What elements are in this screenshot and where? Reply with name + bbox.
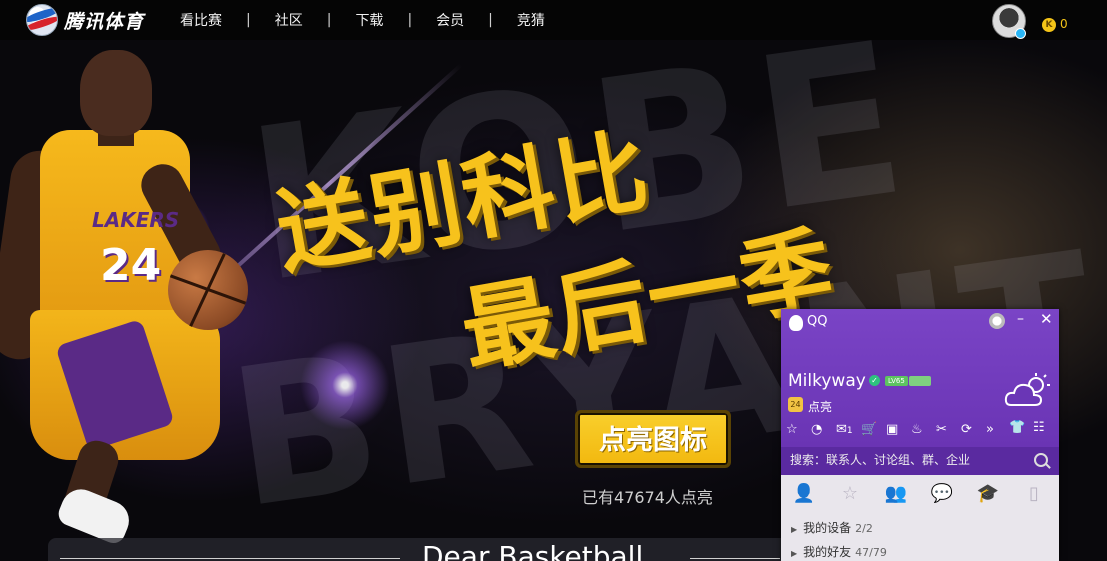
qq-penguin-icon <box>789 315 803 331</box>
top-nav-bar: 腾讯体育 看比赛 | 社区 | 下载 | 会员 | 竞猜 K 0 <box>0 0 1107 40</box>
tab-favorites[interactable]: ☆ <box>827 475 873 511</box>
close-button[interactable]: ✕ <box>1040 310 1053 328</box>
favorites-icon[interactable]: ☆ <box>786 422 811 437</box>
mail-count: 1 <box>846 425 853 436</box>
minimize-button[interactable]: – <box>1017 311 1024 327</box>
weather-cloud-icon[interactable] <box>1003 371 1051 411</box>
qq-contact-area: 👤 ☆ 👥 💬 🎓 ▯ ▶ 我的设备 2/2 ▶ 我的好友 47/79 <box>781 475 1059 561</box>
search-icon[interactable] <box>1034 453 1048 467</box>
nav-separator: | <box>326 12 332 28</box>
player-image: LAKERS 24 <box>0 40 260 561</box>
lens-flare <box>300 340 390 430</box>
tab-groups[interactable]: 👥 <box>873 475 919 511</box>
pet-icon[interactable]: ♨ <box>911 422 936 437</box>
group-my-devices[interactable]: ▶ 我的设备 2/2 <box>791 519 873 536</box>
more-icon[interactable]: » <box>986 422 1011 437</box>
jersey-number: 24 <box>100 240 162 291</box>
qq-tabs: 👤 ☆ 👥 💬 🎓 ▯ <box>781 475 1059 511</box>
qq-profile-header: QQ – ✕ Milkyway ✓ LV65 24 点亮 ☆ ◔ ✉1 🛒 ▣ … <box>781 309 1059 447</box>
nav-membership[interactable]: 会员 <box>436 10 464 30</box>
group-my-friends[interactable]: ▶ 我的好友 47/79 <box>791 543 887 560</box>
coin-icon: K <box>1042 18 1056 32</box>
nav-quiz[interactable]: 竞猜 <box>517 10 545 30</box>
expand-arrow-icon: ▶ <box>791 549 798 558</box>
qq-signature[interactable]: 点亮 <box>808 398 832 415</box>
skin-icon[interactable] <box>989 313 1005 329</box>
logo-text: 腾讯体育 <box>64 10 145 33</box>
nav-separator: | <box>488 12 493 28</box>
tools-icon[interactable]: ✂ <box>936 422 961 437</box>
verified-icon: ✓ <box>869 375 880 386</box>
qq-nickname[interactable]: Milkyway <box>788 371 866 391</box>
skin-shirt-icon[interactable]: 👕 <box>1009 420 1025 435</box>
tab-mobile[interactable]: ▯ <box>1011 475 1057 511</box>
main-nav: 看比赛 | 社区 | 下载 | 会员 | 竞猜 <box>180 0 545 40</box>
qq-search-input[interactable] <box>790 453 1020 467</box>
tab-education[interactable]: 🎓 <box>965 475 1011 511</box>
shop-icon[interactable]: 🛒 <box>861 422 886 437</box>
qzone-icon[interactable]: ◔ <box>811 422 836 437</box>
jersey-team-text: LAKERS <box>92 208 180 232</box>
divider <box>60 558 400 559</box>
kobe-badge-icon[interactable]: 24 <box>788 397 803 412</box>
qq-client-panel: QQ – ✕ Milkyway ✓ LV65 24 点亮 ☆ ◔ ✉1 🛒 ▣ … <box>781 309 1059 561</box>
qq-search-bar <box>781 447 1059 475</box>
nav-separator: | <box>246 12 251 28</box>
wallet-icon[interactable]: ▣ <box>886 422 911 437</box>
online-status-icon <box>1015 28 1026 39</box>
coin-count[interactable]: 0 <box>1060 17 1068 31</box>
tab-contacts[interactable]: 👤 <box>781 475 827 511</box>
basketball-icon <box>168 250 248 330</box>
mail-icon[interactable]: ✉1 <box>836 422 861 437</box>
divider <box>690 558 780 559</box>
qq-window-title: QQ <box>807 314 828 329</box>
nav-download[interactable]: 下载 <box>355 10 383 30</box>
user-avatar[interactable] <box>992 4 1026 39</box>
letter-title: Dear Basketball <box>422 540 644 561</box>
nav-community[interactable]: 社区 <box>275 10 303 30</box>
light-up-count: 已有47674人点亮 <box>582 488 713 507</box>
nav-watch-games[interactable]: 看比赛 <box>180 10 222 30</box>
app-manager-icon[interactable]: ☷ <box>1033 420 1045 435</box>
expand-arrow-icon: ▶ <box>791 525 798 534</box>
light-up-button[interactable]: 点亮图标 <box>575 410 731 468</box>
nav-separator: | <box>407 12 413 28</box>
sync-icon[interactable]: ⟳ <box>961 422 986 437</box>
basketball-logo-icon <box>26 4 58 36</box>
tencent-sports-logo[interactable]: 腾讯体育 <box>26 4 145 36</box>
tab-messages[interactable]: 💬 <box>919 475 965 511</box>
qq-app-toolbar: ☆ ◔ ✉1 🛒 ▣ ♨ ✂ ⟳ » <box>786 419 1011 439</box>
level-badge[interactable] <box>909 376 931 386</box>
vip-level-badge[interactable]: LV65 <box>885 376 908 386</box>
